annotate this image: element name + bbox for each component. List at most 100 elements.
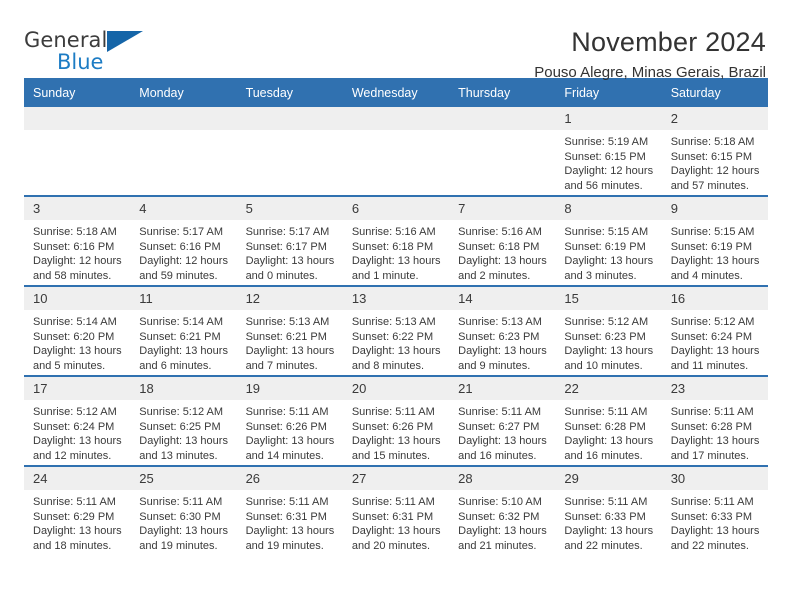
sunrise-text: Sunrise: 5:16 AM xyxy=(458,226,542,238)
daylight-text: Daylight: 13 hours and 2 minutes. xyxy=(458,255,547,282)
weekday-header-sunday: Sunday xyxy=(24,78,131,107)
calendar-day-cell[interactable]: 20 Sunrise: 5:11 AM Sunset: 6:26 PM Dayligh… xyxy=(342,375,450,466)
calendar-day-cell[interactable]: 16 Sunrise: 5:12 AM Sunset: 6:24 PM Dayligh… xyxy=(661,285,768,376)
calendar-day-cell[interactable]: 12 Sunrise: 5:13 AM Sunset: 6:21 PM Dayligh… xyxy=(236,285,343,376)
sunset-text: Sunset: 6:24 PM xyxy=(33,420,115,433)
sunrise-text: Sunrise: 5:19 AM xyxy=(564,136,649,148)
daylight-text: Daylight: 13 hours and 16 minutes. xyxy=(458,435,547,462)
sunrise-text: Sunrise: 5:14 AM xyxy=(139,316,224,328)
calendar-day-cell-empty xyxy=(342,107,450,196)
day-details: Sunrise: 5:16 AM Sunset: 6:18 PM Daylight:… xyxy=(343,220,449,283)
calendar-day-cell[interactable]: 11 Sunrise: 5:14 AM Sunset: 6:21 PM Dayligh… xyxy=(130,285,237,376)
day-details: Sunrise: 5:12 AM Sunset: 6:24 PM Daylight:… xyxy=(24,400,130,463)
day-number: 10 xyxy=(24,287,131,310)
calendar-day-cell-empty xyxy=(449,107,556,196)
sunset-text: Sunset: 6:17 PM xyxy=(245,240,327,253)
calendar-day-cell[interactable]: 22 Sunrise: 5:11 AM Sunset: 6:28 PM Dayligh… xyxy=(555,375,662,466)
calendar-day-cell[interactable]: 18 Sunrise: 5:12 AM Sunset: 6:25 PM Dayligh… xyxy=(130,375,237,466)
day-number xyxy=(130,107,237,130)
calendar-day-cell[interactable]: 19 Sunrise: 5:11 AM Sunset: 6:26 PM Dayligh… xyxy=(236,375,343,466)
sunset-text: Sunset: 6:30 PM xyxy=(139,510,221,523)
day-details: Sunrise: 5:11 AM Sunset: 6:26 PM Daylight:… xyxy=(343,400,449,463)
calendar-day-cell[interactable]: 6 Sunrise: 5:16 AM Sunset: 6:18 PM Daylight… xyxy=(342,195,450,286)
daylight-text: Daylight: 13 hours and 6 minutes. xyxy=(139,345,228,372)
day-details xyxy=(343,130,449,135)
day-number: 15 xyxy=(555,287,662,310)
calendar-day-cell[interactable]: 28 Sunrise: 5:10 AM Sunset: 6:32 PM Dayligh… xyxy=(449,465,556,555)
sunrise-text: Sunrise: 5:11 AM xyxy=(245,496,329,508)
calendar-day-cell[interactable]: 21 Sunrise: 5:11 AM Sunset: 6:27 PM Dayligh… xyxy=(449,375,556,466)
sunrise-text: Sunrise: 5:12 AM xyxy=(564,316,649,328)
calendar-day-cell[interactable]: 9 Sunrise: 5:15 AM Sunset: 6:19 PM Daylight… xyxy=(661,195,768,286)
calendar-day-cell[interactable]: 1 Sunrise: 5:19 AM Sunset: 6:15 PM Daylight… xyxy=(555,107,662,196)
day-number: 30 xyxy=(661,467,768,490)
calendar-day-cell[interactable]: 13 Sunrise: 5:13 AM Sunset: 6:22 PM Dayligh… xyxy=(342,285,450,376)
sunrise-text: Sunrise: 5:11 AM xyxy=(670,496,754,508)
calendar-day-cell[interactable]: 10 Sunrise: 5:14 AM Sunset: 6:20 PM Dayligh… xyxy=(24,285,131,376)
day-details: Sunrise: 5:11 AM Sunset: 6:33 PM Daylight:… xyxy=(555,490,661,553)
sunset-text: Sunset: 6:29 PM xyxy=(33,510,115,523)
sunset-text: Sunset: 6:21 PM xyxy=(139,330,221,343)
daylight-text: Daylight: 13 hours and 8 minutes. xyxy=(351,345,441,372)
daylight-text: Daylight: 12 hours and 57 minutes. xyxy=(670,165,760,192)
day-details: Sunrise: 5:10 AM Sunset: 6:32 PM Daylight:… xyxy=(449,490,555,553)
calendar-day-cell[interactable]: 4 Sunrise: 5:17 AM Sunset: 6:16 PM Daylight… xyxy=(130,195,237,286)
day-number: 22 xyxy=(555,377,662,400)
calendar-day-cell[interactable]: 7 Sunrise: 5:16 AM Sunset: 6:18 PM Daylight… xyxy=(449,195,556,286)
calendar-day-cell[interactable]: 14 Sunrise: 5:13 AM Sunset: 6:23 PM Dayligh… xyxy=(449,285,556,376)
calendar-day-cell[interactable]: 27 Sunrise: 5:11 AM Sunset: 6:31 PM Dayligh… xyxy=(342,465,450,555)
day-details: Sunrise: 5:11 AM Sunset: 6:33 PM Daylight:… xyxy=(662,490,768,553)
sunset-text: Sunset: 6:21 PM xyxy=(245,330,327,343)
calendar-day-cell[interactable]: 15 Sunrise: 5:12 AM Sunset: 6:23 PM Dayligh… xyxy=(555,285,662,376)
calendar-day-cell[interactable]: 26 Sunrise: 5:11 AM Sunset: 6:31 PM Dayligh… xyxy=(236,465,343,555)
sunrise-text: Sunrise: 5:11 AM xyxy=(245,406,329,418)
sunset-text: Sunset: 6:33 PM xyxy=(564,510,646,523)
day-number: 19 xyxy=(236,377,343,400)
sunrise-text: Sunrise: 5:18 AM xyxy=(33,226,117,238)
calendar-day-cell[interactable]: 3 Sunrise: 5:18 AM Sunset: 6:16 PM Daylight… xyxy=(24,195,131,286)
sunrise-text: Sunrise: 5:12 AM xyxy=(33,406,117,418)
sunrise-sunset-calendar: Sunday Monday Tuesday Wednesday Thursday… xyxy=(24,78,768,555)
brand-logo[interactable]: General Blue xyxy=(24,26,154,78)
day-details: Sunrise: 5:17 AM Sunset: 6:17 PM Daylight:… xyxy=(237,220,343,283)
calendar-day-cell[interactable]: 17 Sunrise: 5:12 AM Sunset: 6:24 PM Dayligh… xyxy=(24,375,131,466)
daylight-text: Daylight: 13 hours and 20 minutes. xyxy=(351,525,441,552)
calendar-week-row: 24 Sunrise: 5:11 AM Sunset: 6:29 PM Dayligh… xyxy=(24,465,768,555)
sunset-text: Sunset: 6:22 PM xyxy=(351,330,434,343)
sunrise-text: Sunrise: 5:17 AM xyxy=(139,226,224,238)
sunset-text: Sunset: 6:32 PM xyxy=(458,510,540,523)
day-details xyxy=(130,130,236,135)
calendar-day-cell[interactable]: 23 Sunrise: 5:11 AM Sunset: 6:28 PM Dayligh… xyxy=(661,375,768,466)
calendar-day-cell[interactable]: 5 Sunrise: 5:17 AM Sunset: 6:17 PM Daylight… xyxy=(236,195,343,286)
calendar-day-cell[interactable]: 8 Sunrise: 5:15 AM Sunset: 6:19 PM Daylight… xyxy=(555,195,662,286)
sunset-text: Sunset: 6:31 PM xyxy=(245,510,327,523)
sunrise-text: Sunrise: 5:11 AM xyxy=(564,496,648,508)
day-number: 27 xyxy=(342,467,450,490)
calendar-day-cell[interactable]: 24 Sunrise: 5:11 AM Sunset: 6:29 PM Dayligh… xyxy=(24,465,131,555)
calendar-day-cell[interactable]: 25 Sunrise: 5:11 AM Sunset: 6:30 PM Dayligh… xyxy=(130,465,237,555)
calendar-day-cell[interactable]: 29 Sunrise: 5:11 AM Sunset: 6:33 PM Dayligh… xyxy=(555,465,662,555)
day-details: Sunrise: 5:11 AM Sunset: 6:31 PM Daylight:… xyxy=(237,490,343,553)
calendar-day-cell[interactable]: 30 Sunrise: 5:11 AM Sunset: 6:33 PM Dayligh… xyxy=(661,465,768,555)
daylight-text: Daylight: 12 hours and 56 minutes. xyxy=(564,165,654,192)
sunrise-text: Sunrise: 5:18 AM xyxy=(670,136,755,148)
sunset-text: Sunset: 6:33 PM xyxy=(670,510,753,523)
daylight-text: Daylight: 13 hours and 17 minutes. xyxy=(670,435,760,462)
day-number: 18 xyxy=(130,377,237,400)
day-details: Sunrise: 5:19 AM Sunset: 6:15 PM Daylight:… xyxy=(555,130,661,193)
day-details: Sunrise: 5:14 AM Sunset: 6:20 PM Daylight:… xyxy=(24,310,130,373)
calendar-day-cell-empty xyxy=(24,107,131,196)
sunrise-text: Sunrise: 5:17 AM xyxy=(245,226,330,238)
day-number: 4 xyxy=(130,197,237,220)
daylight-text: Daylight: 13 hours and 21 minutes. xyxy=(458,525,547,552)
page-title: November 2024 xyxy=(571,27,766,57)
daylight-text: Daylight: 13 hours and 9 minutes. xyxy=(458,345,547,372)
sunrise-text: Sunrise: 5:11 AM xyxy=(33,496,116,508)
sunrise-text: Sunrise: 5:11 AM xyxy=(458,406,542,418)
day-number: 29 xyxy=(555,467,662,490)
day-details: Sunrise: 5:12 AM Sunset: 6:23 PM Daylight:… xyxy=(555,310,661,373)
daylight-text: Daylight: 12 hours and 59 minutes. xyxy=(139,255,228,282)
calendar-week-row: 3 Sunrise: 5:18 AM Sunset: 6:16 PM Daylight… xyxy=(24,195,768,286)
day-number xyxy=(342,107,450,130)
calendar-day-cell[interactable]: 2 Sunrise: 5:18 AM Sunset: 6:15 PM Daylight… xyxy=(661,107,768,196)
